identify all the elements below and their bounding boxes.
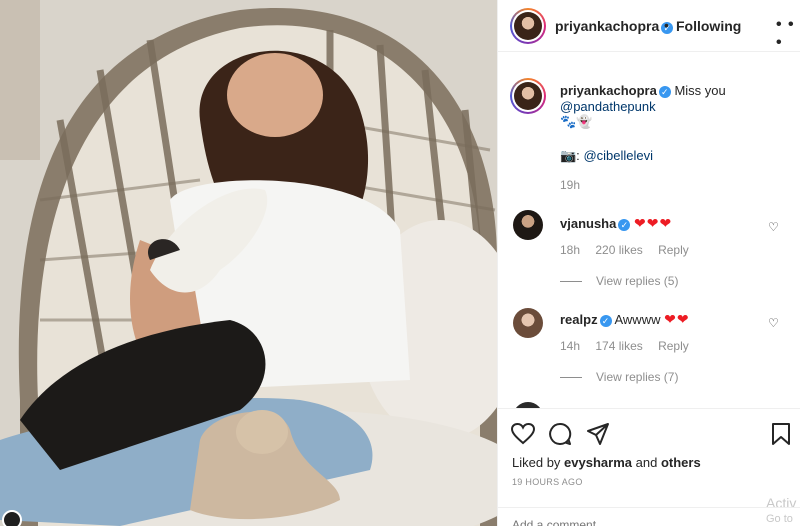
- post-timestamp[interactable]: 19 HOURS AGO: [512, 477, 583, 487]
- comment-text: Awwww: [614, 312, 661, 327]
- share-icon[interactable]: [586, 422, 610, 446]
- author-avatar[interactable]: [510, 8, 546, 44]
- reply-divider: [560, 377, 582, 379]
- comment-meta: 14h 174 likes Reply: [560, 339, 701, 353]
- comment-time[interactable]: 18h: [560, 243, 580, 257]
- comment-time[interactable]: 14h: [560, 339, 580, 353]
- reply-button[interactable]: Reply: [658, 339, 689, 353]
- comment-row: realpz ✓ Awwww ❤❤: [560, 311, 690, 328]
- verified-badge-icon: ✓: [599, 315, 612, 327]
- liked-by-and: and: [635, 455, 658, 470]
- verified-badge-icon: ✓: [618, 219, 631, 231]
- commenter-username-link[interactable]: realpz: [560, 312, 598, 327]
- post-photo[interactable]: [0, 0, 497, 526]
- photo-credit-link[interactable]: @cibellelevi: [583, 148, 653, 163]
- comment-like-count[interactable]: 220 likes: [595, 243, 642, 257]
- commenter-username-link[interactable]: vjanusha: [560, 216, 616, 231]
- comment-hearts: ❤❤: [664, 311, 690, 327]
- view-replies-button[interactable]: View replies (7): [560, 370, 678, 384]
- liked-by-prefix: Liked by: [512, 455, 561, 470]
- bookmark-icon[interactable]: [771, 422, 791, 446]
- comment-hearts: ❤❤❤: [633, 215, 673, 231]
- reply-divider: [560, 281, 582, 283]
- post-sidebar: priyankachopra ✓ • Following • • • priyan…: [497, 0, 800, 526]
- caption-first-line: priyankachopra ✓ Miss you: [560, 83, 726, 98]
- liked-by-line: Liked by evysharma and others: [512, 455, 701, 470]
- liked-by-user-link[interactable]: evysharma: [564, 455, 632, 470]
- caption-text: Miss you: [674, 83, 726, 98]
- liked-by-others-link[interactable]: others: [661, 455, 701, 470]
- author-username-link[interactable]: priyankachopra ✓: [555, 18, 674, 34]
- post-header: priyankachopra ✓ • Following • • •: [498, 0, 800, 52]
- comments-list[interactable]: priyankachopra ✓ Miss you @pandathepunk 🐾…: [498, 53, 800, 408]
- view-replies-button[interactable]: View replies (5): [560, 274, 678, 288]
- caption-emojis: 🐾👻: [560, 114, 593, 129]
- add-comment-bar: [498, 507, 800, 526]
- comment-like-icon[interactable]: ♡: [768, 220, 779, 234]
- like-heart-icon[interactable]: [511, 423, 535, 445]
- post-actions: Liked by evysharma and others 19 HOURS A…: [498, 408, 800, 526]
- caption-timestamp[interactable]: 19h: [560, 178, 580, 192]
- more-options-icon[interactable]: • • •: [776, 16, 800, 52]
- photo-overlay-dot: [2, 510, 22, 526]
- verified-badge-icon: ✓: [658, 86, 671, 98]
- following-button[interactable]: Following: [676, 18, 741, 34]
- comment-icon[interactable]: [548, 422, 572, 446]
- header-separator: •: [664, 17, 669, 33]
- comment-row: vjanusha ✓ ❤❤❤: [560, 215, 672, 232]
- comment-meta: 18h 220 likes Reply: [560, 243, 701, 257]
- camera-emoji: 📷:: [560, 148, 580, 163]
- caption-mention-link[interactable]: @pandathepunk: [560, 99, 656, 114]
- caption-username-link[interactable]: priyankachopra: [560, 83, 657, 98]
- comment-like-count[interactable]: 174 likes: [595, 339, 642, 353]
- add-comment-input[interactable]: [512, 517, 762, 526]
- comment-like-icon[interactable]: ♡: [768, 316, 779, 330]
- caption-author-avatar[interactable]: [510, 78, 546, 114]
- commenter-avatar[interactable]: [513, 308, 543, 338]
- commenter-avatar[interactable]: [513, 210, 543, 240]
- photo-illustration: [0, 0, 497, 526]
- caption-photo-credit: 📷: @cibellelevi: [560, 148, 653, 164]
- reply-button[interactable]: Reply: [658, 243, 689, 257]
